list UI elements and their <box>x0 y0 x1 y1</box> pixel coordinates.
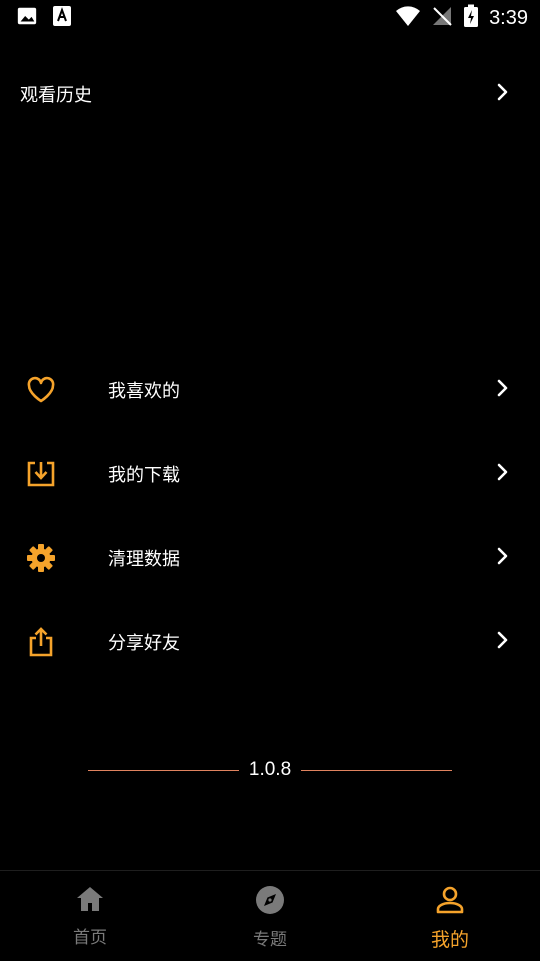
menu-item-label: 分享好友 <box>108 633 180 654</box>
menu-item-downloads[interactable]: 我的下载 <box>0 432 540 516</box>
font-notification-icon <box>52 5 72 31</box>
divider <box>88 769 239 771</box>
watch-history-label: 观看历史 <box>20 85 92 106</box>
tab-label: 首页 <box>73 928 107 948</box>
share-icon <box>24 625 58 659</box>
profile-menu: 我喜欢的 我的下载 清理数据 分享好友 <box>0 348 540 684</box>
version-row: 1.0.8 <box>88 756 453 784</box>
menu-item-clear-data[interactable]: 清理数据 <box>0 516 540 600</box>
chevron-right-icon <box>494 379 512 401</box>
clock: 3:39 <box>489 6 528 29</box>
menu-item-label: 我的下载 <box>108 465 180 486</box>
battery-charging-icon <box>463 4 479 32</box>
chevron-right-icon <box>494 547 512 569</box>
menu-item-favorites[interactable]: 我喜欢的 <box>0 348 540 432</box>
tab-home[interactable]: 首页 <box>0 871 180 961</box>
menu-item-label: 清理数据 <box>108 549 180 570</box>
tab-mine[interactable]: 我的 <box>360 871 540 961</box>
download-icon <box>24 457 58 491</box>
person-icon <box>435 885 465 919</box>
chevron-right-icon <box>494 463 512 485</box>
divider <box>301 769 453 771</box>
watch-history-row[interactable]: 观看历史 <box>0 60 540 128</box>
compass-icon <box>255 885 285 919</box>
bottom-tab-bar: 首页 专题 我的 <box>0 870 540 961</box>
chevron-right-icon <box>494 83 512 105</box>
chevron-right-icon <box>494 631 512 653</box>
wifi-icon <box>395 5 421 31</box>
tab-label: 我的 <box>430 929 469 951</box>
gear-icon <box>24 541 58 575</box>
home-icon <box>75 885 105 917</box>
tab-label: 专题 <box>253 930 287 950</box>
heart-icon <box>24 373 58 407</box>
gallery-notification-icon <box>16 5 38 31</box>
menu-item-label: 我喜欢的 <box>108 381 180 402</box>
version-label: 1.0.8 <box>248 759 292 780</box>
tab-topics[interactable]: 专题 <box>180 871 360 961</box>
menu-item-share[interactable]: 分享好友 <box>0 600 540 684</box>
status-bar: 3:39 <box>0 0 540 36</box>
no-signal-icon <box>431 5 453 31</box>
